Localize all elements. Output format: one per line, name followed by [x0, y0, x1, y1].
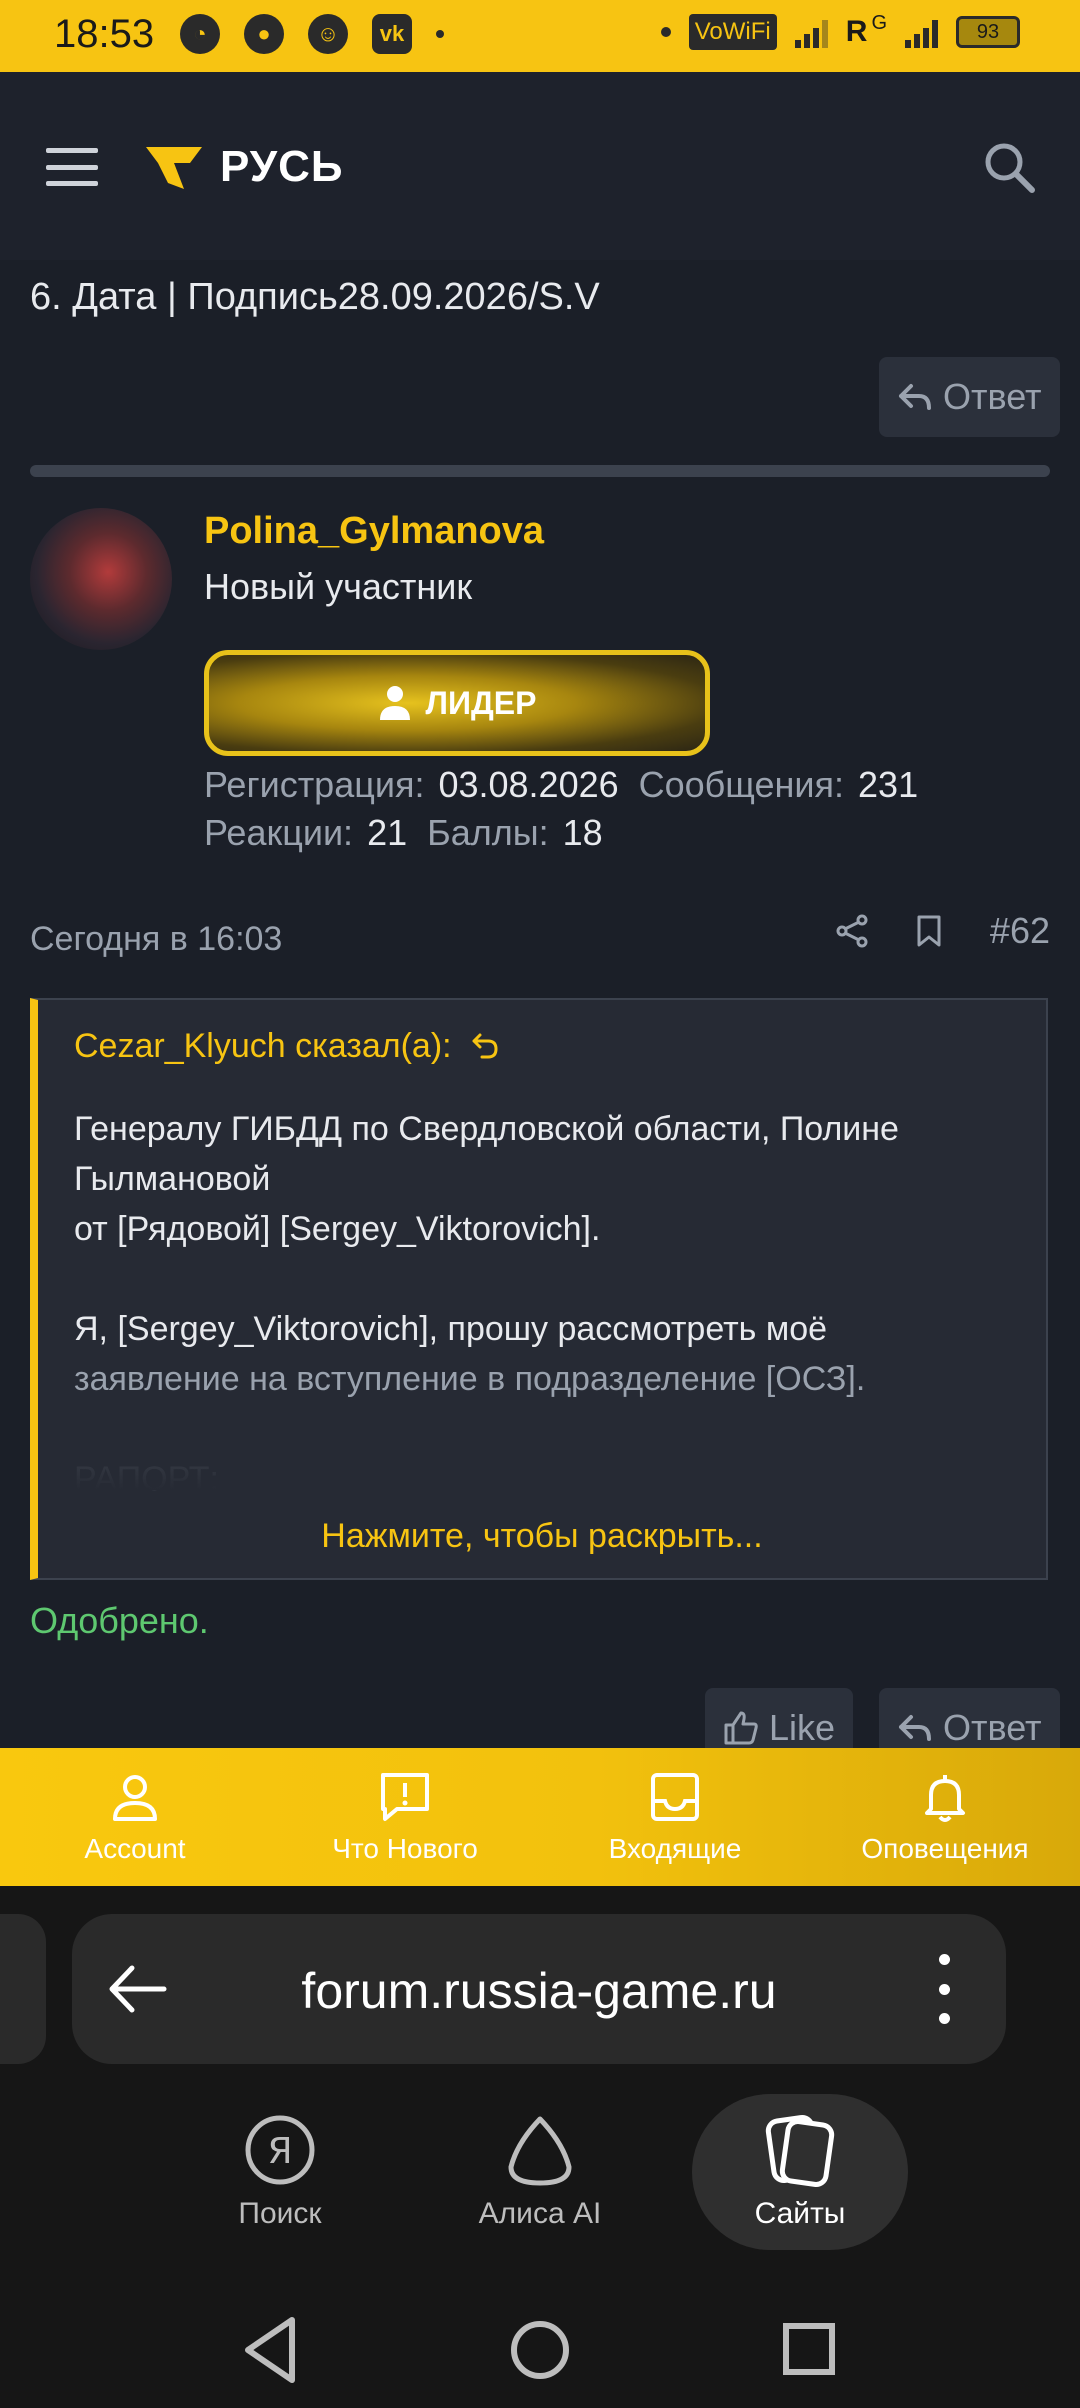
more-menu-icon[interactable]	[938, 1954, 950, 2024]
nav-recents-icon[interactable]	[783, 2323, 835, 2375]
post-actions: #62	[836, 910, 1050, 952]
quote-line: от [Рядовой] [Sergey_Viktorovich].	[74, 1210, 601, 1248]
quote-block: Cezar_Klyuch сказал(а): Генералу ГИБДД п…	[30, 998, 1048, 1580]
roaming-label: R	[845, 15, 868, 48]
dock-label: Сайты	[754, 2197, 846, 2230]
messages-label: Сообщения:	[638, 764, 845, 805]
message-bubble-icon: ●	[244, 14, 284, 54]
nav-label: Оповещения	[861, 1833, 1029, 1864]
url-text[interactable]: forum.russia-game.ru	[72, 1962, 1006, 2020]
reactions-label: Реакции:	[204, 812, 354, 853]
quote-fade-overlay	[38, 1430, 1046, 1490]
bell-icon	[925, 1775, 965, 1822]
post-body: Одобрено.	[30, 1600, 209, 1641]
reply-label: Ответ	[943, 376, 1042, 417]
dock-label: Поиск	[238, 2197, 322, 2230]
post-time[interactable]: Сегодня в 16:03	[30, 920, 282, 959]
vk-icon: vk	[372, 14, 412, 54]
network-type-label: G	[871, 11, 887, 34]
logo-mark-icon	[146, 147, 202, 189]
reactions-value: 21	[367, 812, 408, 853]
messages-value: 231	[858, 764, 919, 805]
nav-inbox[interactable]: Входящие	[540, 1748, 810, 1886]
author-stats-row-2: Реакции: 21 Баллы: 18	[204, 812, 623, 854]
logo-text: РУСЬ	[220, 142, 344, 191]
yandex-search-icon: Я	[245, 2115, 315, 2185]
notification-icons: ◔ ● ☺ vk	[180, 14, 444, 54]
points-label: Баллы:	[427, 812, 549, 853]
smiley-app-icon: ☺	[308, 14, 348, 54]
expand-quote-link[interactable]: Нажмите, чтобы раскрыть...	[38, 1517, 1046, 1556]
leader-badge: ЛИДЕР	[204, 650, 710, 756]
nav-account[interactable]: Account	[0, 1748, 270, 1886]
nav-notifications[interactable]: Оповещения	[810, 1748, 1080, 1886]
post-divider	[30, 465, 1050, 477]
status-right-icons: VoWiFi R G 93	[660, 11, 1020, 50]
dock-label: Алиса AI	[478, 2197, 602, 2230]
bookmark-icon[interactable]	[916, 914, 942, 948]
quote-line: заявление на вступление в подразделение …	[74, 1360, 866, 1398]
battery-icon: 93	[956, 16, 1020, 48]
more-notifications-dot-icon	[436, 30, 444, 38]
post-number[interactable]: #62	[990, 910, 1050, 952]
chat-app-icon: ◔	[180, 14, 220, 54]
site-header: РУСЬ	[0, 72, 1080, 260]
status-bar: 18:53 ◔ ● ☺ vk VoWiFi R G 93	[0, 0, 1080, 72]
nav-label: Входящие	[608, 1833, 742, 1864]
quote-author: Cezar_Klyuch сказал(а):	[74, 1026, 452, 1065]
nav-label: Что Нового	[332, 1833, 478, 1864]
thumbs-up-icon	[724, 1711, 758, 1745]
dock-search[interactable]: Я Поиск	[172, 2094, 388, 2250]
like-button[interactable]: Like	[705, 1688, 854, 1748]
signal-icon-2	[905, 16, 938, 48]
dot-icon	[660, 27, 671, 37]
sites-icon	[765, 2115, 835, 2187]
nav-back-icon[interactable]	[245, 2317, 295, 2383]
registration-value: 03.08.2026	[438, 764, 619, 805]
alice-icon	[508, 2116, 572, 2186]
like-label: Like	[769, 1707, 836, 1748]
reply-icon	[899, 384, 931, 410]
nav-home-icon[interactable]	[511, 2321, 569, 2379]
search-icon[interactable]	[980, 138, 1040, 198]
nav-label: Account	[84, 1833, 186, 1864]
previous-reply-button[interactable]: Ответ	[879, 357, 1060, 437]
quote-header[interactable]: Cezar_Klyuch сказал(а):	[38, 1000, 1046, 1092]
share-icon[interactable]	[836, 914, 868, 948]
previous-post-signature: 6. Дата | Подпись28.09.2026/S.V	[30, 276, 600, 318]
address-bar[interactable]: forum.russia-game.ru	[72, 1914, 1006, 2064]
signal-icon-1	[794, 16, 828, 48]
author-name[interactable]: Polina_Gylmanova	[204, 510, 544, 553]
status-time: 18:53	[54, 12, 155, 56]
vowifi-icon: VoWiFi	[688, 14, 777, 50]
reply-icon	[899, 1715, 931, 1741]
dock-sites[interactable]: Сайты	[692, 2094, 908, 2250]
forum-bottom-nav: Account Что Нового Входящие Оповещения	[0, 1748, 1080, 1886]
registration-label: Регистрация:	[204, 764, 425, 805]
badge-label: ЛИДЕР	[425, 684, 537, 721]
system-navigation-bar	[245, 2317, 835, 2383]
author-stats-row-1: Регистрация: 03.08.2026 Сообщения: 231	[204, 764, 938, 806]
account-icon	[113, 1775, 157, 1821]
site-logo[interactable]: РУСЬ	[144, 142, 344, 192]
author-title: Новый участник	[204, 566, 473, 607]
points-value: 18	[562, 812, 603, 853]
nav-whats-new[interactable]: Что Нового	[270, 1748, 540, 1886]
dock-alice[interactable]: Алиса AI	[432, 2094, 648, 2250]
reply-button[interactable]: Ответ	[879, 1688, 1060, 1748]
reply-label: Ответ	[943, 1707, 1042, 1748]
previous-tab-stub[interactable]	[0, 1914, 46, 2064]
go-to-quote-icon[interactable]	[470, 1031, 500, 1061]
inbox-icon	[651, 1773, 699, 1821]
author-avatar[interactable]	[30, 508, 172, 650]
svg-text:Я: Я	[267, 2131, 292, 2172]
quote-line: Генералу ГИБДД по Свердловской области, …	[74, 1110, 899, 1198]
browser-dock: Я Поиск Алиса AI Сайты	[0, 2094, 1080, 2250]
whats-new-icon	[381, 1773, 429, 1821]
thread-content: 6. Дата | Подпись28.09.2026/S.V Ответ Po…	[0, 260, 1080, 1748]
menu-icon[interactable]	[46, 148, 98, 186]
user-icon	[379, 686, 410, 720]
quote-line: Я, [Sergey_Viktorovich], прошу рассмотре…	[74, 1310, 828, 1348]
